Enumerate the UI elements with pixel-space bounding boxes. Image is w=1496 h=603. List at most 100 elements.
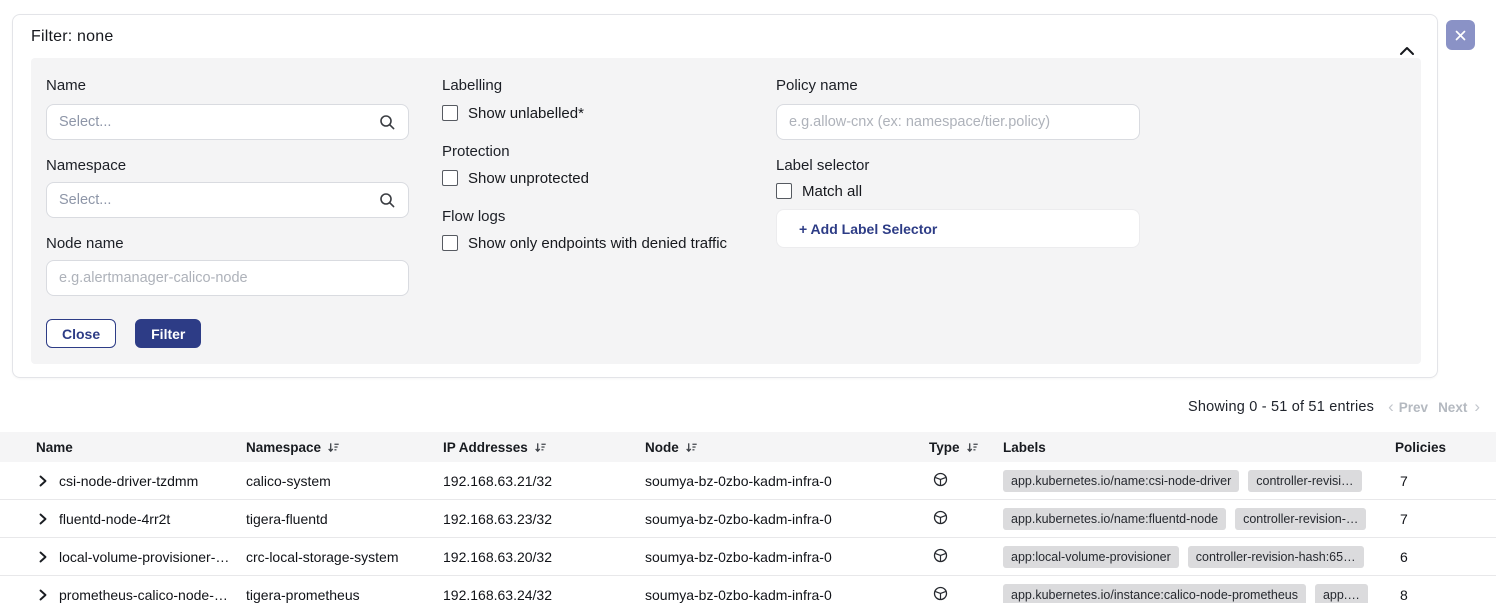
sort-icon[interactable] <box>327 441 340 454</box>
endpoint-namespace: calico-system <box>246 473 443 489</box>
expand-row-icon[interactable] <box>38 551 48 563</box>
filter-actions: Close Filter <box>46 319 409 348</box>
filter-column-right: Policy name Label selector Match all + A… <box>776 58 1140 248</box>
endpoint-node: soumya-bz-0zbo-kadm-infra-0 <box>645 587 929 603</box>
namespace-filter-input[interactable] <box>59 192 379 208</box>
node-name-field[interactable] <box>46 260 409 296</box>
show-unlabelled-checkbox[interactable] <box>442 105 458 121</box>
endpoint-labels: app.kubernetes.io/instance:calico-node-p… <box>1003 584 1395 603</box>
filter-button[interactable]: Filter <box>135 319 201 348</box>
match-all-checkbox[interactable] <box>776 183 792 199</box>
endpoint-policies: 6 <box>1395 549 1496 565</box>
show-unlabelled-row: Show unlabelled* <box>442 104 787 122</box>
endpoint-name: fluentd-node-4rr2t <box>59 511 170 527</box>
endpoint-node: soumya-bz-0zbo-kadm-infra-0 <box>645 511 929 527</box>
close-icon <box>1455 30 1466 41</box>
sort-icon[interactable] <box>966 441 979 454</box>
close-button[interactable]: Close <box>46 319 116 348</box>
show-unprotected-row: Show unprotected <box>442 169 787 187</box>
endpoint-ip-address: 192.168.63.20/32 <box>443 549 645 565</box>
node-name-input[interactable] <box>59 270 396 286</box>
search-icon <box>379 114 396 131</box>
show-unlabelled-label: Show unlabelled* <box>468 105 584 122</box>
endpoint-node: soumya-bz-0zbo-kadm-infra-0 <box>645 549 929 565</box>
labelling-section-label: Labelling <box>442 76 787 95</box>
column-header-ip-addresses[interactable]: IP Addresses <box>443 440 645 455</box>
label-chip: controller-revision-… <box>1235 508 1366 530</box>
table-row[interactable]: fluentd-node-4rr2t tigera-fluentd 192.16… <box>0 500 1496 538</box>
pod-icon <box>933 510 948 528</box>
filter-panel: Filter: none Name Namespace <box>12 14 1438 378</box>
expand-row-icon[interactable] <box>38 475 48 487</box>
endpoint-name: csi-node-driver-tzdmm <box>59 473 198 489</box>
table-header: Name Namespace IP Addresses <box>0 432 1496 462</box>
filter-column-left: Name Namespace Node name <box>46 58 409 348</box>
next-page-button[interactable]: Next <box>1438 400 1467 415</box>
policy-name-label: Policy name <box>776 76 1140 95</box>
entries-summary: Showing 0 - 51 of 51 entries <box>1188 399 1374 415</box>
prev-page-button[interactable]: Prev <box>1399 400 1428 415</box>
show-unprotected-checkbox[interactable] <box>442 170 458 186</box>
endpoint-namespace: tigera-fluentd <box>246 511 443 527</box>
close-filter-panel-button[interactable] <box>1446 20 1475 50</box>
denied-traffic-label: Show only endpoints with denied traffic <box>468 235 727 252</box>
endpoint-namespace: tigera-prometheus <box>246 587 443 603</box>
node-name-filter-label: Node name <box>46 234 409 253</box>
endpoint-labels: app.kubernetes.io/name:fluentd-node contr… <box>1003 508 1395 530</box>
filter-form: Name Namespace Node name <box>31 58 1421 364</box>
label-chip: app.kubernetes.io/name:csi-node-driver <box>1003 470 1239 492</box>
filter-panel-title: Filter: none <box>31 28 113 46</box>
pod-icon <box>933 586 948 603</box>
table-row[interactable]: csi-node-driver-tzdmm calico-system 192.… <box>0 462 1496 500</box>
column-header-type[interactable]: Type <box>929 440 1003 455</box>
column-header-name[interactable]: Name <box>0 440 246 455</box>
endpoints-table: Name Namespace IP Addresses <box>0 432 1496 603</box>
protection-section-label: Protection <box>442 142 787 161</box>
prev-page-icon[interactable]: ‹ <box>1388 398 1394 416</box>
endpoint-policies: 8 <box>1395 587 1496 603</box>
endpoint-policies: 7 <box>1395 473 1496 489</box>
column-header-policies[interactable]: Policies <box>1395 440 1496 455</box>
chevron-up-icon <box>1399 46 1415 56</box>
denied-traffic-row: Show only endpoints with denied traffic <box>442 234 787 252</box>
label-selector-label: Label selector <box>776 156 1140 175</box>
column-header-labels[interactable]: Labels <box>1003 440 1395 455</box>
expand-row-icon[interactable] <box>38 589 48 601</box>
namespace-filter-select[interactable] <box>46 182 409 218</box>
endpoint-namespace: crc-local-storage-system <box>246 549 443 565</box>
name-filter-label: Name <box>46 76 409 95</box>
pod-icon <box>933 548 948 566</box>
label-chip: controller-revision-hash:65… <box>1188 546 1364 568</box>
endpoint-labels: app:local-volume-provisioner controller-r… <box>1003 546 1395 568</box>
add-label-selector-button[interactable]: + Add Label Selector <box>776 209 1140 248</box>
endpoint-labels: app.kubernetes.io/name:csi-node-driverco… <box>1003 470 1395 492</box>
policy-name-input[interactable] <box>789 114 1127 130</box>
show-unprotected-label: Show unprotected <box>468 170 589 187</box>
label-chip: app:local-volume-provisioner <box>1003 546 1179 568</box>
next-page-icon[interactable]: › <box>1474 398 1480 416</box>
expand-row-icon[interactable] <box>38 513 48 525</box>
sort-icon[interactable] <box>685 441 698 454</box>
endpoint-ip-address: 192.168.63.24/32 <box>443 587 645 603</box>
match-all-row: Match all <box>776 182 1140 200</box>
match-all-label: Match all <box>802 183 862 200</box>
denied-traffic-checkbox[interactable] <box>442 235 458 251</box>
policy-name-field[interactable] <box>776 104 1140 140</box>
label-chip: app.kubernetes.io/name:fluentd-node <box>1003 508 1226 530</box>
filter-column-middle: Labelling Show unlabelled* Protection Sh… <box>442 58 787 252</box>
column-header-namespace[interactable]: Namespace <box>246 440 443 455</box>
name-filter-input[interactable] <box>59 114 379 130</box>
table-row[interactable]: prometheus-calico-node-… tigera-promethe… <box>0 576 1496 603</box>
endpoints-page: Filter: none Name Namespace <box>0 0 1496 603</box>
endpoint-node: soumya-bz-0zbo-kadm-infra-0 <box>645 473 929 489</box>
endpoint-ip-address: 192.168.63.21/32 <box>443 473 645 489</box>
pagination-bar: Showing 0 - 51 of 51 entries ‹ Prev Next… <box>1188 397 1480 417</box>
endpoint-ip-address: 192.168.63.23/32 <box>443 511 645 527</box>
name-filter-select[interactable] <box>46 104 409 140</box>
search-icon <box>379 192 396 209</box>
sort-icon[interactable] <box>534 441 547 454</box>
endpoint-policies: 7 <box>1395 511 1496 527</box>
pod-icon <box>933 472 948 490</box>
column-header-node[interactable]: Node <box>645 440 929 455</box>
table-row[interactable]: local-volume-provisioner-… crc-local-sto… <box>0 538 1496 576</box>
